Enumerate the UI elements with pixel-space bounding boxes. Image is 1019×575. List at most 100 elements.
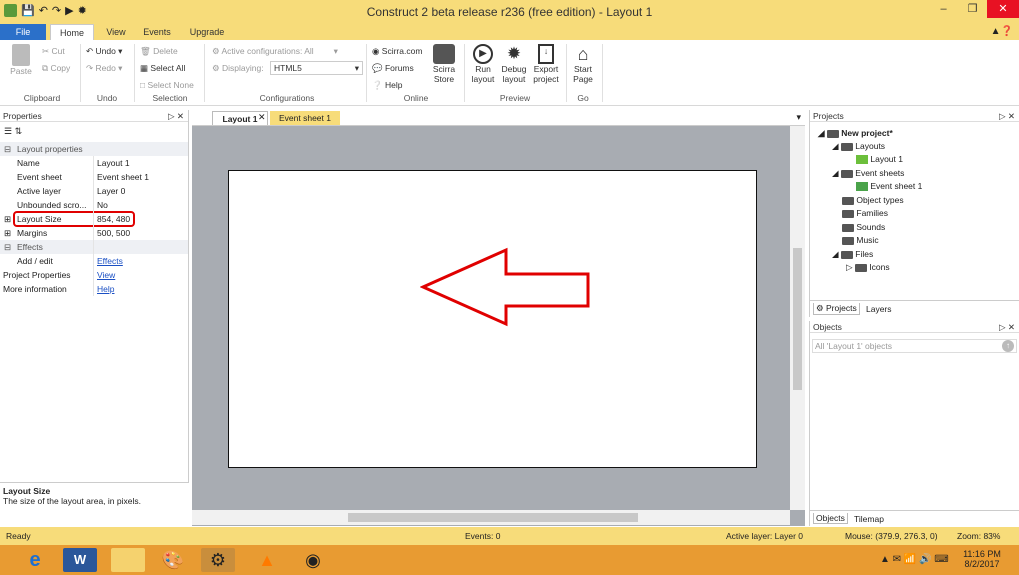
tree-event-sheets[interactable]: ◢ Event sheets [832, 168, 904, 179]
group-preview: Preview [499, 93, 531, 103]
paste-button[interactable]: Paste [6, 44, 36, 76]
category-effects[interactable]: ⊟ Effects [0, 240, 188, 254]
tree-root[interactable]: ◢ New project* [818, 128, 893, 139]
edge-icon[interactable]: e [18, 548, 52, 572]
cut-button[interactable]: ✂ Cut [42, 46, 65, 57]
sort-icons[interactable]: ☰ ⇅ [4, 126, 22, 137]
help-link[interactable]: ❔ Help [372, 80, 402, 91]
horizontal-scrollbar[interactable] [192, 510, 790, 525]
undo-button[interactable]: ↶ Undo ▾ [86, 46, 122, 57]
status-active-layer: Active layer: Layer 0 [726, 531, 804, 541]
window-title: Construct 2 beta release r236 (free edit… [366, 5, 653, 19]
tab-tilemap[interactable]: Tilemap [854, 514, 884, 524]
properties-panel: Properties ▷ ✕ ☰ ⇅ ⊟ Layout properties Na… [0, 110, 189, 526]
pin-close-icons[interactable]: ▷ ✕ [999, 322, 1015, 333]
forums-link[interactable]: 💬 Forums [372, 63, 414, 74]
prop-row-name[interactable]: Name Layout 1 [0, 156, 188, 170]
objects-tabs: Objects Tilemap [810, 510, 1019, 526]
active-configurations-dropdown[interactable]: ⚙ Active configurations: All ▾ [212, 46, 338, 57]
close-button[interactable]: ✕ [987, 0, 1019, 18]
vertical-scrollbar[interactable] [790, 126, 805, 510]
tab-objects[interactable]: Objects [813, 513, 848, 524]
select-none-icon: □ [140, 80, 148, 90]
pin-close-icons[interactable]: ▷ ✕ [168, 111, 184, 122]
tree-sounds[interactable]: Sounds [842, 222, 885, 232]
close-icon[interactable]: ✕ [258, 112, 266, 123]
tab-view[interactable]: View [96, 24, 136, 40]
scroll-thumb[interactable] [348, 513, 638, 522]
projects-panel: Projects ▷ ✕ ◢ New project* ◢ Layouts La… [809, 110, 1019, 317]
run-layout-button[interactable]: ▶ Run layout [468, 44, 498, 84]
minimize-button[interactable]: – [929, 0, 958, 18]
displaying-select[interactable]: HTML5 ▾ [270, 61, 363, 75]
prop-row-margins[interactable]: ⊞ Margins 500, 500 [0, 226, 188, 240]
status-mouse: Mouse: (379.9, 276.3, 0) [845, 531, 938, 541]
prop-row-project-properties[interactable]: Project Properties View [0, 268, 188, 282]
select-all-button[interactable]: ▦ Select All [140, 63, 185, 74]
tree-icons[interactable]: ▷ Icons [846, 262, 890, 273]
scirra-store-button[interactable]: Scirra Store [428, 44, 460, 84]
tab-home[interactable]: Home [50, 24, 94, 40]
file-explorer-icon[interactable] [111, 548, 145, 572]
delete-button[interactable]: 🗑 Delete [140, 46, 178, 57]
construct-icon[interactable]: ⚙ [201, 548, 235, 572]
tree-layout1[interactable]: Layout 1 [856, 154, 903, 165]
forums-icon: 💬 [372, 63, 385, 73]
chrome-icon[interactable]: ◉ [296, 548, 330, 572]
pin-close-icons[interactable]: ▷ ✕ [999, 111, 1015, 122]
document-tabs: Layout 1 ✕ Event sheet 1 ▾ [192, 110, 805, 126]
config-icon: ⚙ [212, 46, 222, 56]
word-icon[interactable]: W [63, 548, 97, 572]
export-project-button[interactable]: ↓ Export project [530, 44, 562, 84]
paint-icon[interactable]: 🎨 [156, 548, 190, 572]
projects-header: Projects ▷ ✕ [810, 110, 1019, 122]
tree-files[interactable]: ◢ Files [832, 249, 873, 260]
scirra-link[interactable]: ◉ Scirra.com [372, 46, 422, 57]
tab-events[interactable]: Events [136, 24, 178, 40]
ribbon: Paste ✂ Cut ⧉ Copy Clipboard ↶ Undo ▾ ↷ … [0, 40, 1019, 106]
select-none-button[interactable]: □ Select None [140, 80, 194, 90]
restore-button[interactable]: ❐ [958, 0, 987, 18]
tray-icons[interactable]: ▲ ✉ 📶 🔊 ⌨ [880, 554, 949, 565]
tree-music[interactable]: Music [842, 235, 879, 245]
prop-row-active-layer[interactable]: Active layer Layer 0 [0, 184, 188, 198]
tab-upgrade[interactable]: Upgrade [180, 24, 234, 40]
highlight-annotation [13, 211, 135, 227]
vlc-icon[interactable]: ▲ [250, 548, 284, 572]
view-link[interactable]: View [97, 268, 115, 282]
store-icon [433, 44, 455, 64]
scirra-icon: ◉ [372, 46, 382, 56]
separator [134, 44, 135, 102]
category-layout-properties[interactable]: ⊟ Layout properties [0, 142, 188, 156]
group-undo: Undo [96, 93, 118, 103]
objects-header: Objects ▷ ✕ [810, 321, 1019, 333]
scroll-thumb[interactable] [793, 248, 802, 390]
prop-row-more-information[interactable]: More information Help [0, 282, 188, 296]
tree-families[interactable]: Families [842, 208, 888, 218]
doc-tab-event-sheet1[interactable]: Event sheet 1 [270, 111, 340, 125]
chevron-down-icon[interactable]: ▾ [796, 112, 801, 123]
tab-projects[interactable]: ⚙ Projects [813, 303, 860, 315]
help-icon[interactable]: ▲❓ [991, 26, 1013, 37]
prop-row-effects[interactable]: Add / edit Effects [0, 254, 188, 268]
copy-button[interactable]: ⧉ Copy [42, 63, 70, 74]
separator [366, 44, 367, 102]
prop-row-event-sheet[interactable]: Event sheet Event sheet 1 [0, 170, 188, 184]
redo-button[interactable]: ↷ Redo ▾ [86, 63, 122, 74]
debug-layout-button[interactable]: ✹ Debug layout [498, 44, 530, 84]
tree-layouts[interactable]: ◢ Layouts [832, 141, 885, 152]
clock[interactable]: 11:16 PM 8/2/2017 [962, 549, 1002, 569]
properties-header: Properties ▷ ✕ [0, 110, 188, 122]
tab-file[interactable]: File [0, 24, 46, 40]
tree-object-types[interactable]: Object types [842, 195, 904, 205]
home-icon: ⌂ [577, 44, 589, 64]
help-link[interactable]: Help [97, 282, 114, 296]
prop-row-unbounded-scrolling[interactable]: Unbounded scro... No [0, 198, 188, 212]
tree-event-sheet1[interactable]: Event sheet 1 [856, 181, 922, 192]
tab-layers[interactable]: Layers [866, 304, 892, 314]
effects-link[interactable]: Effects [97, 254, 123, 268]
status-bar: Ready Events: 0 Active layer: Layer 0 Mo… [0, 527, 1019, 545]
objects-filter[interactable]: All 'Layout 1' objects [812, 339, 1017, 353]
start-page-button[interactable]: ⌂ Start Page [568, 44, 598, 84]
add-icon[interactable]: ↑ [1002, 340, 1014, 352]
